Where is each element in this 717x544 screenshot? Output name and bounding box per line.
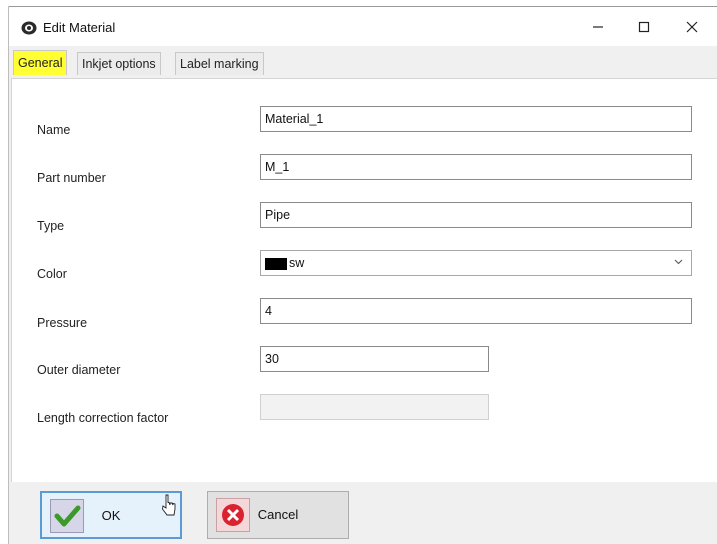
minimize-icon (593, 26, 603, 28)
dialog-button-bar: OK Cancel (9, 482, 717, 544)
color-select[interactable]: sw (260, 250, 692, 276)
name-field[interactable]: Material_1 (260, 106, 692, 132)
maximize-icon (638, 21, 650, 33)
type-field[interactable]: Pipe (260, 202, 692, 228)
maximize-button[interactable] (621, 7, 667, 47)
outer-diameter-field[interactable]: 30 (260, 346, 489, 372)
title-bar[interactable]: Edit Material (9, 6, 717, 47)
outer-diameter-label: Outer diameter (37, 363, 121, 377)
close-icon (686, 21, 698, 33)
name-label: Name (37, 123, 71, 137)
cancel-button[interactable]: Cancel (207, 491, 349, 539)
color-label: Color (37, 267, 67, 281)
part-number-field[interactable]: M_1 (260, 154, 692, 180)
general-tab-panel: Name Material_1 Part number M_1 Type Pip… (11, 78, 717, 483)
mouse-pointer-icon (162, 494, 176, 516)
tab-strip: General Inkjet options Label marking (9, 46, 717, 78)
color-swatch (265, 257, 287, 270)
color-select-value: sw (289, 256, 305, 270)
ok-button-label: OK (101, 508, 121, 523)
tab-general[interactable]: General (13, 50, 68, 75)
pressure-field[interactable]: 4 (260, 298, 692, 324)
pressure-label: Pressure (37, 316, 88, 330)
type-label: Type (37, 219, 65, 233)
tab-label-marking[interactable]: Label marking (175, 52, 264, 75)
ok-button[interactable]: OK (40, 491, 182, 539)
edit-material-dialog: Edit Material General Inkjet options Lab… (8, 6, 717, 544)
close-button[interactable] (669, 7, 715, 47)
tab-inkjet-options[interactable]: Inkjet options (77, 52, 161, 75)
minimize-button[interactable] (575, 7, 621, 47)
length-correction-factor-field (260, 394, 489, 420)
chevron-down-icon (674, 259, 683, 265)
app-gear-icon (21, 21, 37, 35)
window-title: Edit Material (43, 20, 116, 35)
length-correction-factor-label: Length correction factor (37, 411, 169, 425)
cancel-button-label: Cancel (257, 507, 299, 522)
part-number-label: Part number (37, 171, 106, 185)
